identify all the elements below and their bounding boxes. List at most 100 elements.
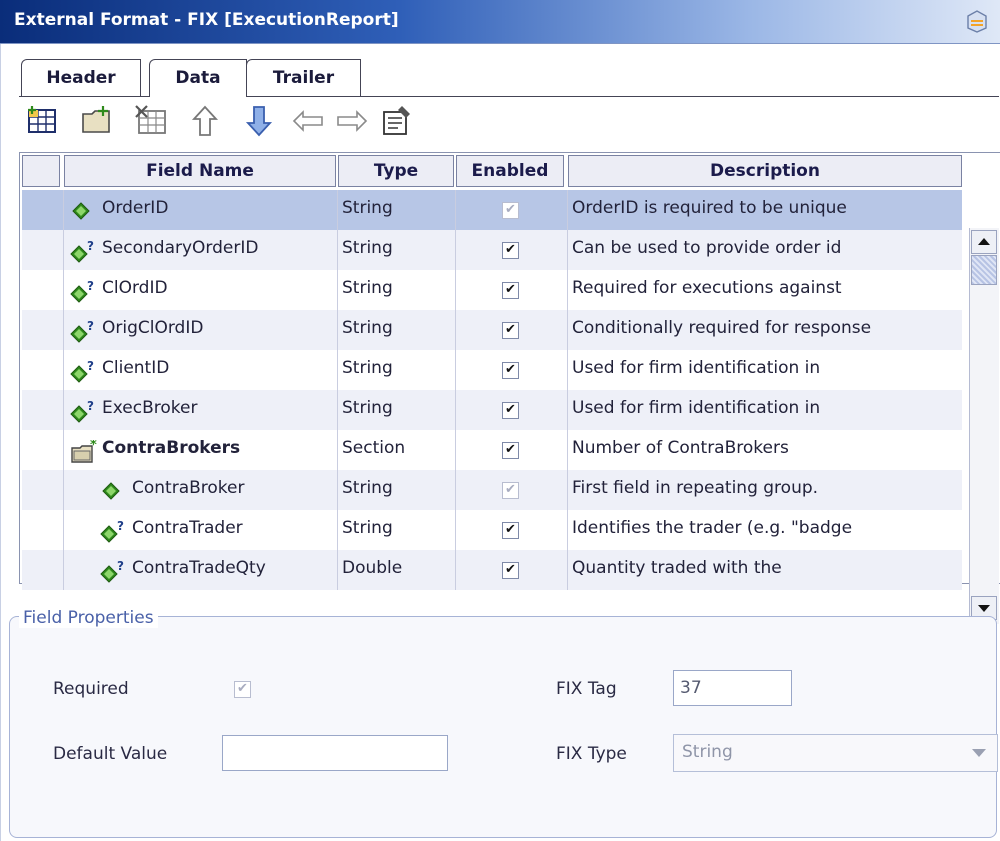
cell-field-name[interactable]: ? ExecBroker — [64, 390, 338, 430]
add-field-icon[interactable] — [26, 104, 60, 138]
row-selector[interactable] — [22, 550, 64, 590]
cell-enabled: ✔ — [456, 350, 568, 390]
field-name-text: ContraTradeQty — [132, 558, 266, 578]
row-selector[interactable] — [22, 310, 64, 350]
cell-type[interactable]: String — [338, 230, 456, 270]
table-row[interactable]: ContraBroker String ✔ First field in repeat… — [22, 470, 962, 510]
fix-type-label: FIX Type — [556, 744, 627, 764]
row-selector[interactable] — [22, 230, 64, 270]
cell-type[interactable]: Section — [338, 430, 456, 470]
row-selector[interactable] — [22, 350, 64, 390]
row-selector[interactable] — [22, 390, 64, 430]
fix-type-select[interactable]: String — [673, 734, 998, 772]
enabled-checkbox[interactable]: ✔ — [502, 522, 519, 539]
cell-description[interactable]: Identifies the trader (e.g. "badge — [568, 510, 964, 550]
svg-text:?: ? — [87, 320, 94, 333]
table-row[interactable]: OrderID String ✔ OrderID is required to be … — [22, 190, 962, 230]
tab-header[interactable]: Header — [21, 59, 141, 97]
delete-field-icon[interactable] — [134, 104, 168, 138]
cell-type[interactable]: String — [338, 310, 456, 350]
optional-field-icon: ? — [100, 519, 124, 543]
column-header-description[interactable]: Description — [568, 155, 962, 187]
cell-field-name[interactable]: ? ContraTrader — [64, 510, 338, 550]
row-selector[interactable] — [22, 510, 64, 550]
vertical-scrollbar[interactable] — [969, 228, 999, 624]
cell-description[interactable]: Used for firm identification in — [568, 390, 964, 430]
table-row[interactable]: ? OrigClOrdID String ✔ Conditionally require… — [22, 310, 962, 350]
row-selector[interactable] — [22, 470, 64, 510]
cell-description[interactable]: Number of ContraBrokers — [568, 430, 964, 470]
table-row[interactable]: * ContraBrokers Section ✔ Number of ContraBr… — [22, 430, 962, 470]
enabled-checkbox[interactable]: ✔ — [502, 482, 519, 499]
cell-field-name[interactable]: ? ClOrdID — [64, 270, 338, 310]
cell-description[interactable]: Can be used to provide order id — [568, 230, 964, 270]
cell-description[interactable]: Used for firm identification in — [568, 350, 964, 390]
window-title: External Format - FIX [ExecutionReport] — [14, 10, 399, 30]
title-bar: External Format - FIX [ExecutionReport] — [0, 0, 1000, 44]
enabled-checkbox[interactable]: ✔ — [502, 402, 519, 419]
cell-description[interactable]: Quantity traded with the — [568, 550, 964, 590]
cell-type[interactable]: String — [338, 190, 456, 230]
move-down-icon[interactable] — [242, 104, 276, 138]
enabled-checkbox[interactable]: ✔ — [502, 562, 519, 579]
fix-tag-input[interactable]: 37 — [673, 670, 792, 706]
tab-data[interactable]: Data — [149, 59, 247, 97]
cell-enabled: ✔ — [456, 310, 568, 350]
cell-field-name[interactable]: * ContraBrokers — [64, 430, 338, 470]
properties-icon[interactable] — [380, 104, 414, 138]
column-header-field-name[interactable]: Field Name — [64, 155, 336, 187]
cell-description[interactable]: OrderID is required to be unique — [568, 190, 964, 230]
cell-type[interactable]: String — [338, 470, 456, 510]
scroll-up-button[interactable] — [971, 230, 997, 254]
row-selector[interactable] — [22, 190, 64, 230]
cell-type[interactable]: String — [338, 350, 456, 390]
field-name-text: OrigClOrdID — [102, 318, 204, 338]
table-row[interactable]: ? ClOrdID String ✔ Required for executions a… — [22, 270, 962, 310]
column-header-enabled[interactable]: Enabled — [456, 155, 564, 187]
enabled-checkbox[interactable]: ✔ — [502, 322, 519, 339]
enabled-checkbox[interactable]: ✔ — [502, 202, 519, 219]
row-selector-header — [22, 155, 60, 187]
table-row[interactable]: ? ExecBroker String ✔ Used for firm identifi… — [22, 390, 962, 430]
cell-description[interactable]: Conditionally required for response — [568, 310, 964, 350]
cell-field-name[interactable]: OrderID — [64, 190, 338, 230]
cell-description[interactable]: First field in repeating group. — [568, 470, 964, 510]
table-row[interactable]: ? ClientID String ✔ Used for firm identifica… — [22, 350, 962, 390]
cell-field-name[interactable]: ContraBroker — [64, 470, 338, 510]
field-name-text: ClOrdID — [102, 278, 168, 298]
table-row[interactable]: ? SecondaryOrderID String ✔ Can be used to p… — [22, 230, 962, 270]
default-value-input[interactable] — [222, 735, 448, 771]
cell-enabled: ✔ — [456, 550, 568, 590]
table-row[interactable]: ? ContraTradeQty Double ✔ Quantity traded wi… — [22, 550, 962, 590]
cell-type[interactable]: Double — [338, 550, 456, 590]
move-up-icon[interactable] — [188, 104, 222, 138]
enabled-checkbox[interactable]: ✔ — [502, 242, 519, 259]
cell-type[interactable]: String — [338, 390, 456, 430]
enabled-checkbox[interactable]: ✔ — [502, 362, 519, 379]
indent-icon[interactable] — [334, 104, 368, 138]
cell-field-name[interactable]: ? OrigClOrdID — [64, 310, 338, 350]
tab-trailer[interactable]: Trailer — [246, 59, 361, 97]
cell-type[interactable]: String — [338, 510, 456, 550]
svg-text:?: ? — [87, 400, 94, 413]
column-header-type[interactable]: Type — [338, 155, 454, 187]
cell-description[interactable]: Required for executions against — [568, 270, 964, 310]
outdent-icon[interactable] — [292, 104, 326, 138]
svg-text:?: ? — [87, 240, 94, 253]
row-selector[interactable] — [22, 430, 64, 470]
scroll-thumb[interactable] — [971, 255, 997, 285]
required-checkbox[interactable]: ✔ — [234, 681, 251, 698]
cell-field-name[interactable]: ? SecondaryOrderID — [64, 230, 338, 270]
cell-field-name[interactable]: ? ClientID — [64, 350, 338, 390]
window-menu-icon[interactable] — [964, 8, 990, 34]
required-label: Required — [53, 679, 129, 699]
enabled-checkbox[interactable]: ✔ — [502, 442, 519, 459]
cell-field-name[interactable]: ? ContraTradeQty — [64, 550, 338, 590]
row-selector[interactable] — [22, 270, 64, 310]
add-section-icon[interactable] — [80, 104, 114, 138]
cell-type[interactable]: String — [338, 270, 456, 310]
table-row[interactable]: ? ContraTrader String ✔ Identifies the trade… — [22, 510, 962, 550]
main-panel: Header Data Trailer Field Name Type Enab… — [0, 44, 1000, 841]
enabled-checkbox[interactable]: ✔ — [502, 282, 519, 299]
field-name-text: ContraBroker — [132, 478, 245, 498]
